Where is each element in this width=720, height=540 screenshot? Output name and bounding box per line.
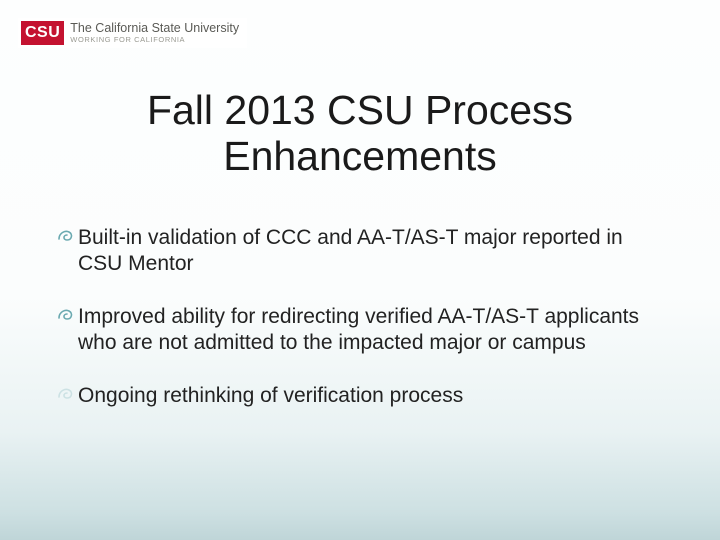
list-item: Ongoing rethinking of verification proce… [58, 383, 670, 409]
csu-logo-title: The California State University [70, 22, 239, 35]
slide-title-line2: Enhancements [223, 133, 497, 179]
slide-title-line1: Fall 2013 CSU Process [147, 87, 573, 133]
csu-logo-text: The California State University WORKING … [70, 22, 239, 44]
bullet-list: Built-in validation of CCC and AA-T/AS-T… [58, 225, 670, 437]
bullet-text: Ongoing rethinking of verification proce… [78, 383, 670, 409]
csu-logo-badge: CSU [21, 21, 64, 45]
list-item: Built-in validation of CCC and AA-T/AS-T… [58, 225, 670, 276]
bullet-text: Built-in validation of CCC and AA-T/AS-T… [78, 225, 670, 276]
swirl-bullet-icon [58, 383, 76, 405]
slide-title: Fall 2013 CSU Process Enhancements [0, 88, 720, 180]
csu-logo: CSU The California State University WORK… [18, 18, 247, 48]
bullet-text: Improved ability for redirecting verifie… [78, 304, 670, 355]
swirl-bullet-icon [58, 225, 76, 247]
list-item: Improved ability for redirecting verifie… [58, 304, 670, 355]
swirl-bullet-icon [58, 304, 76, 326]
csu-logo-subtitle: WORKING FOR CALIFORNIA [70, 36, 239, 44]
